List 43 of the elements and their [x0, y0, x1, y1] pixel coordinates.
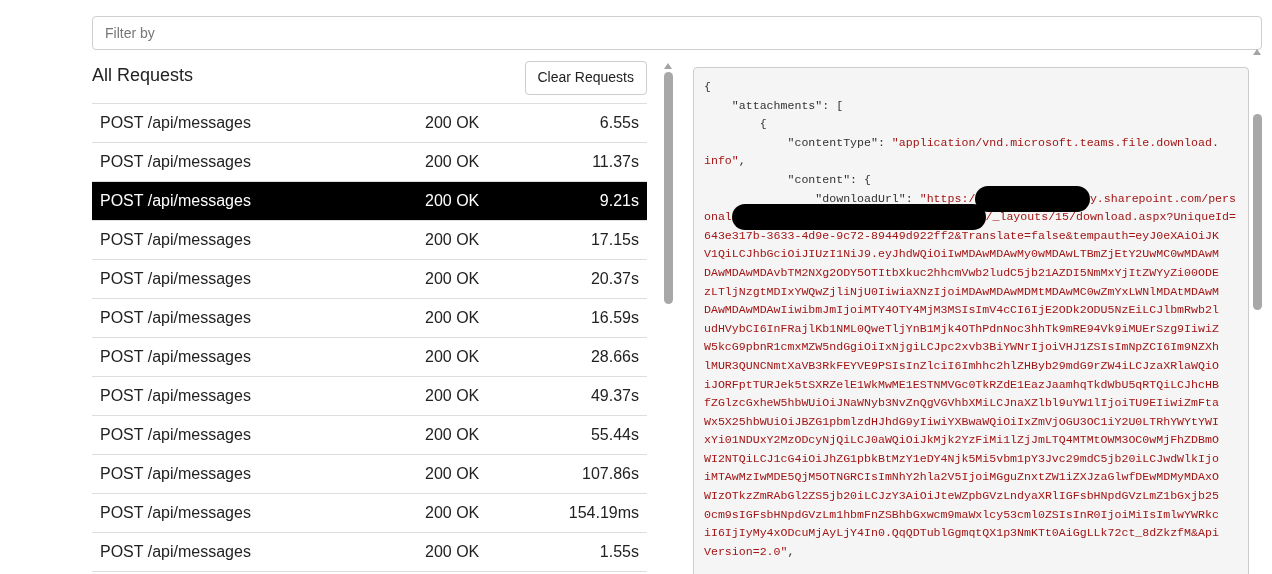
request-path: POST /api/messages — [100, 347, 252, 367]
request-duration: 16.59s — [589, 308, 639, 328]
request-path: POST /api/messages — [100, 425, 252, 445]
request-status: 200 OK — [425, 269, 481, 289]
filter-field[interactable]: Filter by — [92, 16, 1262, 50]
request-duration: 20.37s — [589, 269, 639, 289]
request-status: 200 OK — [425, 152, 481, 172]
request-duration: 55.44s — [589, 425, 639, 445]
clear-requests-button[interactable]: Clear Requests — [524, 60, 647, 95]
request-duration: 6.55s — [598, 113, 639, 133]
request-path: POST /api/messages — [100, 191, 252, 211]
request-status: 200 OK — [425, 113, 481, 133]
scroll-up-icon[interactable] — [663, 62, 673, 70]
request-duration: 107.86s — [581, 464, 639, 484]
response-body-code: { "attachments": [ { "contentType": "application/vnd.microsoft.teams.file.download. info", "content": { "downloadUrl": "https:/ y.sharepoint.com/pers onal /_layouts/15/download.aspx?UniqueId= 643e317b-3633-4d9e-9c72-89449d922ff2&Translate=false&tempauth=eyJ0eXAiOiJK V1QiLCJhbGciOiJIUzI1NiJ9.eyJhdWQiOiIwMDAwMDAwMy0wMDAwLTBmZjEtY2UwMC0wMDAwM DAwMDAwMDAvbTM2NXg2ODY5OTItbXkuc2hhcmVwb2ludC5jb21AZDI5NmMxYjItZWYyZi00ODE zLTljNzgtMDIxYWQwZjliNjU0IiwiaXNzIjoiMDAwMDAwMDMtMDAwMC0wZmYxLWNlMDAtMDAwM DAwMDAwMDAwIiwibmJmIjoiMTY4OTY4MjM3MSIsImV4cCI6IjE2ODk2ODU5NzEiLCJlbmRwb2l udHVybCI6InFRajlKb1NML0QweTljYnB1Mjk4OThPdnNoc3hhTk9mRE94Vk9iMUErSzg9IiwiZ W5kcG9pbnR1cmxMZW5ndGgiOiIxNjgiLCJpc2xvb3BiYWNrIjoiVHJ1ZSIsImNpZCI6Im9NZXh lMUR3QUNCNmtXaVB3RkFEYVE9PSIsInZlciI6Imhhc2hlZHByb29mdG9rZW4iLCJzaXRlaWQiO iJORFptTURJek5tSXRZelE1WkMwME1ESTNMVGc0TkRZdE1EazJaamhqTkdWbU5qRTQiLCJhcHB fZGlzcGxheW5hbWUiOiJNaWNyb3NvZnQgVGVhbXMiLCJnaXZlbl9uYW1lIjoiTU9EIiwiZmFta Wx5X25hbWUiOiJBZG1pbmlzdHJhdG9yIiwiYXBwaWQiOiIxZmVjOGU3OC1iY2U0LTRhYWYtYWI xYi01NDUxY2MzODcyNjQiLCJ0aWQiOiJkMjk2YzFiMi1lZjJmLTQ4MTMtOWM3OC0wMjFhZDBmO WI2NTQiLCJ1cG4iOiJhZG1pbkBtMzY1eDY4Njk5Mi5vbm1pY3Jvc29mdC5jb20iLCJwdWlkIjo iMTAwMzIwMDE5QjM5OTNGRCIsImNhY2hla2V5IjoiMGguZnxtZW1iZXJzaGlwfDEwMDMyMDAxO WIzOTkzZmRAbGl2ZS5jb20iLCJzY3AiOiJteWZpbGVzLndyaXRlIGFsbHNpdGVzLmZ1bGxjb25 0cm9sIGFsbHNpdGVzLm1hbmFnZSBhbGxwcm9maWxlcy53cml0ZSIsInR0IjoiMiIsImlwYWRkc iI6IjIyMy4xODcuMjAyLjY4In0.QqQDTublGgmqtQX1p3NmKTt0AiGgLLk72ct_8dZkzfM&Api Version=2.0", — [693, 67, 1249, 574]
request-path: POST /api/messages — [100, 386, 252, 406]
request-duration: 154.19ms — [567, 503, 639, 523]
request-status: 200 OK — [425, 230, 481, 250]
request-status: 200 OK — [425, 191, 481, 211]
request-duration: 49.37s — [589, 386, 639, 406]
request-status: 200 OK — [425, 347, 481, 367]
request-path: POST /api/messages — [100, 503, 252, 523]
request-status: 200 OK — [425, 308, 481, 328]
request-path: POST /api/messages — [100, 308, 252, 328]
request-path: POST /api/messages — [100, 464, 252, 484]
request-duration: 11.37s — [591, 152, 639, 172]
request-duration: 1.55s — [598, 542, 639, 562]
request-path: POST /api/messages — [100, 230, 252, 250]
request-status: 200 OK — [425, 542, 481, 562]
request-status: 200 OK — [425, 464, 481, 484]
request-path: POST /api/messages — [100, 542, 252, 562]
request-row[interactable]: POST /api/messages 200 OK 9.21s — [92, 182, 647, 221]
panel-title: All Requests — [92, 64, 194, 87]
request-duration: 28.66s — [589, 347, 639, 367]
request-status: 200 OK — [425, 386, 481, 406]
scroll-up-icon[interactable] — [1252, 48, 1262, 56]
request-path: POST /api/messages — [100, 113, 252, 133]
request-path: POST /api/messages — [100, 269, 252, 289]
request-path: POST /api/messages — [100, 152, 252, 172]
request-duration: 17.15s — [589, 230, 639, 250]
request-status: 200 OK — [425, 503, 481, 523]
request-status: 200 OK — [425, 425, 481, 445]
request-duration: 9.21s — [598, 191, 639, 211]
